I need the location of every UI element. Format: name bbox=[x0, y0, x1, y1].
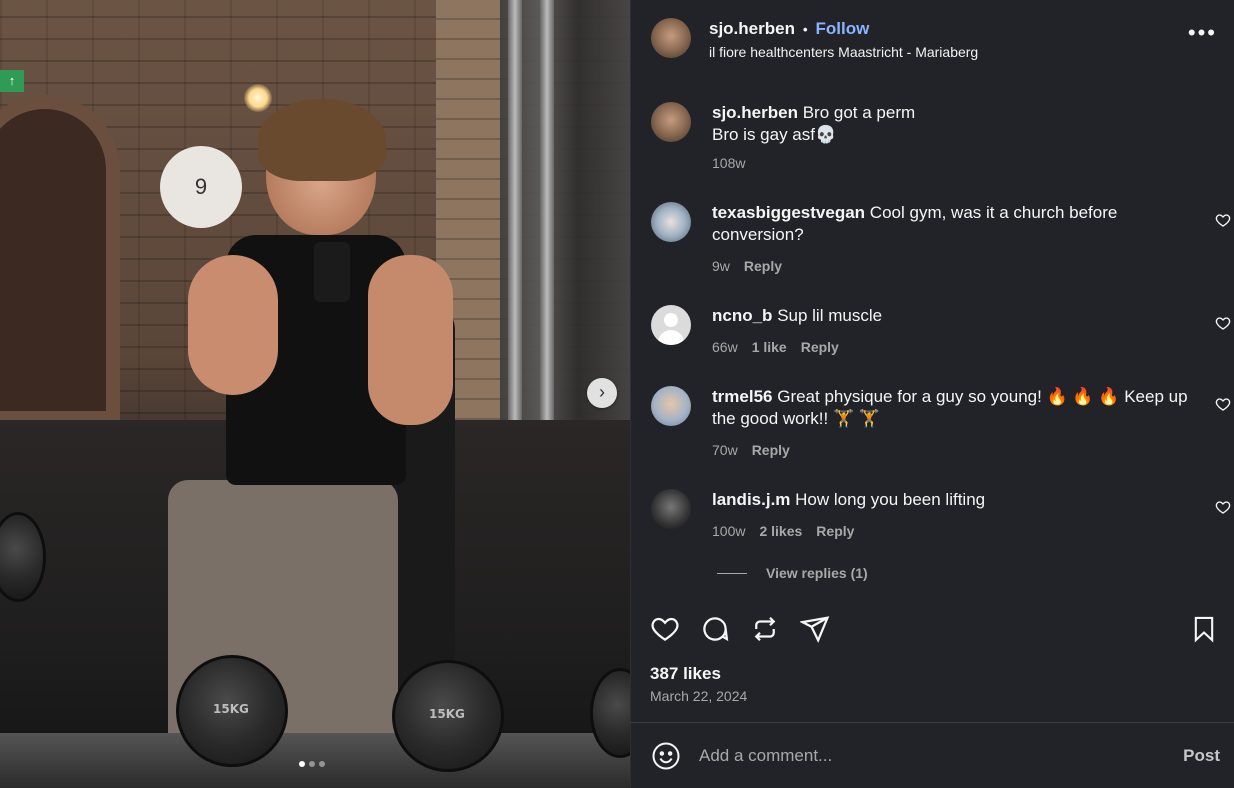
dumbbell: 15KG bbox=[176, 655, 288, 767]
commenter-avatar[interactable] bbox=[651, 305, 691, 345]
commenter-avatar[interactable] bbox=[651, 489, 691, 529]
dumbbell: 15KG bbox=[392, 660, 504, 772]
comment-likes-count[interactable]: 1 like bbox=[752, 336, 787, 358]
carousel-dots bbox=[299, 761, 325, 767]
exit-sign: ↑ bbox=[0, 70, 24, 92]
post-date: March 22, 2024 bbox=[650, 688, 748, 704]
comment-item: landis.j.m How long you been lifting 100… bbox=[651, 489, 1231, 542]
author-avatar[interactable] bbox=[651, 18, 691, 58]
reply-button[interactable]: Reply bbox=[752, 439, 790, 461]
follow-button[interactable]: Follow bbox=[816, 19, 870, 39]
comment-input[interactable] bbox=[699, 745, 1139, 766]
person-arm bbox=[368, 255, 453, 425]
reply-button[interactable]: Reply bbox=[816, 520, 854, 542]
separator-dot: • bbox=[802, 21, 808, 37]
comment-like-icon[interactable] bbox=[1215, 396, 1231, 417]
location-link[interactable]: il fiore healthcenters Maastricht - Mari… bbox=[709, 44, 978, 60]
author-username[interactable]: sjo.herben bbox=[709, 19, 795, 39]
carousel-next-button[interactable]: › bbox=[587, 378, 617, 408]
like-icon[interactable] bbox=[650, 614, 680, 644]
caption-text: Bro got a perm bbox=[802, 103, 916, 122]
replies-divider bbox=[717, 572, 747, 574]
comment-text: Sup lil muscle bbox=[777, 306, 883, 325]
post-photo[interactable]: ↑ 9 15KG 15KG › bbox=[0, 0, 630, 788]
comment-username[interactable]: texasbiggestvegan bbox=[712, 203, 865, 222]
comment-like-icon[interactable] bbox=[1215, 212, 1231, 233]
post-actions: 387 likes March 22, 2024 bbox=[630, 596, 1234, 726]
view-replies-button[interactable]: View replies (1) bbox=[717, 565, 868, 581]
reply-button[interactable]: Reply bbox=[801, 336, 839, 358]
comment-time: 9w bbox=[712, 258, 730, 274]
comment-text: Great physique for a guy so young! 🔥 🔥 🔥… bbox=[712, 387, 1188, 428]
comment-composer: Post bbox=[630, 722, 1234, 788]
comment-item: texasbiggestvegan Cool gym, was it a chu… bbox=[651, 202, 1231, 277]
caption-text-line2: Bro is gay asf💀 bbox=[712, 125, 837, 144]
comment-time: 70w bbox=[712, 442, 738, 458]
comment-text: How long you been lifting bbox=[795, 490, 986, 509]
caption-time: 108w bbox=[712, 155, 746, 171]
comment-like-icon[interactable] bbox=[1215, 315, 1231, 336]
comment-username[interactable]: landis.j.m bbox=[712, 490, 790, 509]
repost-icon[interactable] bbox=[750, 614, 780, 644]
emoji-icon[interactable] bbox=[651, 741, 681, 771]
view-replies-label: View replies (1) bbox=[766, 565, 868, 581]
comment-time: 66w bbox=[712, 339, 738, 355]
person-hair bbox=[258, 99, 386, 181]
dumbbell-label: 15KG bbox=[429, 707, 465, 721]
carousel-dot bbox=[299, 761, 305, 767]
comment-username[interactable]: ncno_b bbox=[712, 306, 772, 325]
reply-button[interactable]: Reply bbox=[744, 255, 782, 277]
post-header: sjo.herben • Follow il fiore healthcente… bbox=[651, 18, 1221, 62]
comment-time: 100w bbox=[712, 523, 746, 539]
caption: sjo.herben Bro got a perm Bro is gay asf… bbox=[651, 102, 1231, 174]
caption-username[interactable]: sjo.herben bbox=[712, 103, 798, 122]
carousel-dot bbox=[319, 761, 325, 767]
share-icon[interactable] bbox=[800, 614, 830, 644]
person-arm bbox=[188, 255, 278, 395]
person-phone bbox=[314, 242, 350, 302]
bookmark-icon[interactable] bbox=[1190, 614, 1218, 649]
photo-arch bbox=[0, 95, 120, 425]
commenter-avatar[interactable] bbox=[651, 202, 691, 242]
comment-username[interactable]: trmel56 bbox=[712, 387, 772, 406]
caption-avatar[interactable] bbox=[651, 102, 691, 142]
comment-item: trmel56 Great physique for a guy so youn… bbox=[651, 386, 1231, 461]
comment-likes-count[interactable]: 2 likes bbox=[759, 520, 802, 542]
comment-item: ncno_b Sup lil muscle 66w 1 like Reply bbox=[651, 305, 1231, 358]
comment-icon[interactable] bbox=[700, 614, 730, 644]
author-meta: sjo.herben • Follow il fiore healthcente… bbox=[709, 19, 978, 60]
dumbbell-label: 15KG bbox=[213, 702, 249, 716]
carousel-dot bbox=[309, 761, 315, 767]
comment-like-icon[interactable] bbox=[1215, 499, 1231, 520]
more-options-icon[interactable]: ••• bbox=[1188, 22, 1217, 44]
post-comment-button[interactable]: Post bbox=[1183, 746, 1220, 766]
likes-count[interactable]: 387 likes bbox=[650, 664, 721, 684]
commenter-avatar[interactable] bbox=[651, 386, 691, 426]
